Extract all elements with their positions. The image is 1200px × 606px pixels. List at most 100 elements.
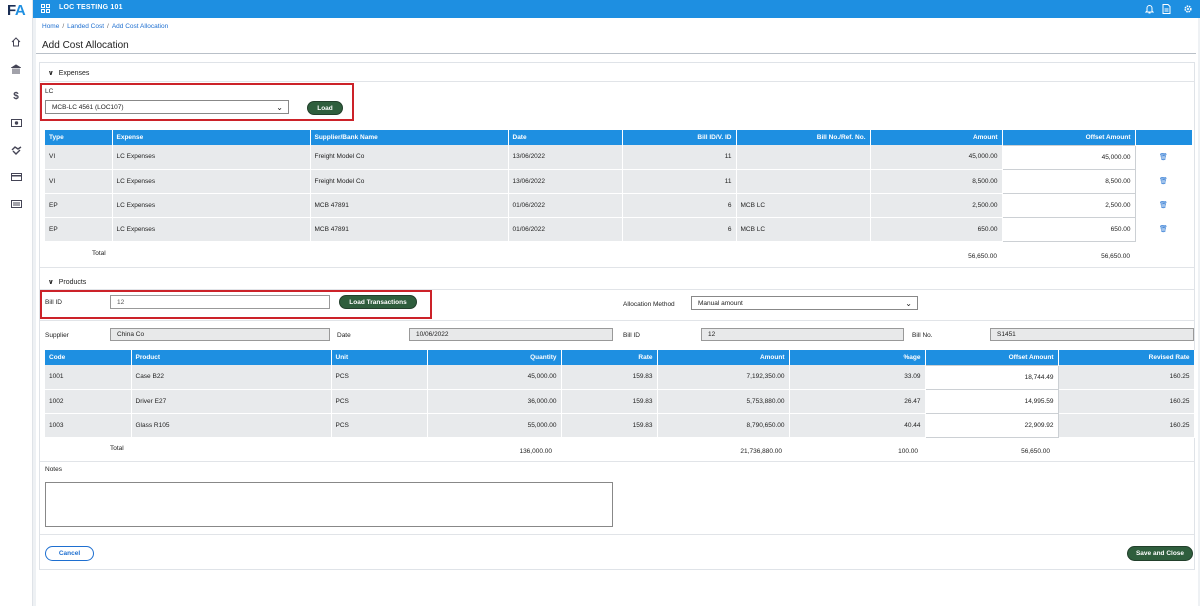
handshake-icon[interactable]	[10, 144, 22, 156]
products-header-row: Code Product Unit Quantity Rate Amount %…	[45, 350, 1195, 365]
logo-letter-a: A	[14, 2, 26, 19]
table-row: 1002 Driver E27 PCS 36,000.00 159.83 5,7…	[45, 388, 1195, 414]
cell-expense: LC Expenses	[112, 169, 311, 194]
bell-icon[interactable]	[1143, 2, 1156, 15]
expenses-header-row: Type Expense Supplier/Bank Name Date Bil…	[45, 130, 1193, 145]
trash-icon[interactable]: 🗑	[1135, 169, 1193, 194]
id-card-icon[interactable]	[10, 198, 22, 210]
date-label: Date	[337, 332, 351, 339]
offset-amount-input[interactable]: 14,995.59	[924, 388, 1059, 414]
trash-icon[interactable]: 🗑	[1135, 217, 1193, 242]
top-bar: LOC TESTING 101	[33, 0, 1200, 18]
col-offset: Offset Amount	[925, 350, 1059, 365]
bill-id-input[interactable]: 12	[110, 295, 330, 309]
allocation-method-select[interactable]: Manual amount ⌄	[691, 296, 918, 310]
divider	[40, 81, 1194, 82]
table-row: 1001 Case B22 PCS 45,000.00 159.83 7,192…	[45, 364, 1195, 390]
cell-bill-no: MCB LC	[736, 217, 871, 242]
card-icon[interactable]	[10, 171, 22, 183]
table-row: VI LC Expenses Freight Model Co 13/06/20…	[45, 168, 1193, 194]
offset-amount-input[interactable]: 8,500.00	[1001, 168, 1136, 194]
form-panel: ∨ Expenses LC MCB-LC 4561 (LOC107) ⌄ Loa…	[39, 62, 1195, 570]
save-and-close-button[interactable]: Save and Close	[1127, 546, 1193, 561]
expenses-total-label: Total	[92, 250, 106, 257]
cell-amount: 8,790,650.00	[657, 413, 790, 438]
products-total-quantity: 136,000.00	[519, 448, 552, 455]
document-icon[interactable]	[1160, 2, 1173, 15]
offset-amount-input[interactable]: 22,909.92	[924, 412, 1059, 438]
cell-unit: PCS	[331, 389, 428, 414]
notes-textarea[interactable]	[45, 482, 613, 527]
cash-icon[interactable]	[10, 117, 22, 129]
cell-product: Glass R105	[131, 413, 332, 438]
cell-expense: LC Expenses	[112, 145, 311, 170]
breadcrumb-home[interactable]: Home	[42, 23, 59, 30]
products-section-toggle[interactable]: ∨ Products	[48, 278, 86, 287]
col-bill-id: Bill ID/V. ID	[622, 130, 737, 145]
supplier-field: China Co	[110, 328, 330, 341]
supplier-label: Supplier	[45, 332, 69, 339]
logo-letter-f: F	[7, 2, 15, 19]
cell-bill-id: 6	[622, 193, 737, 218]
bank-icon[interactable]	[10, 63, 22, 75]
expenses-section-toggle[interactable]: ∨ Expenses	[48, 69, 90, 78]
bill-id-label: Bill ID	[45, 299, 62, 306]
offset-amount-input[interactable]: 2,500.00	[1001, 192, 1136, 218]
cell-amount: 5,753,880.00	[657, 389, 790, 414]
cell-date: 13/06/2022	[508, 169, 623, 194]
offset-amount-input[interactable]: 650.00	[1001, 216, 1136, 242]
col-rate: Rate	[561, 350, 658, 365]
divider	[40, 534, 1194, 535]
cell-unit: PCS	[331, 365, 428, 390]
trash-icon[interactable]: 🗑	[1135, 193, 1193, 218]
chevron-down-icon: ⌄	[276, 103, 283, 112]
load-transactions-button[interactable]: Load Transactions	[339, 295, 417, 309]
trash-icon[interactable]: 🗑	[1135, 145, 1193, 170]
lc-label: LC	[45, 88, 54, 95]
cancel-button[interactable]: Cancel	[45, 546, 94, 561]
products-total-amount: 21,736,880.00	[740, 448, 782, 455]
col-actions	[1135, 130, 1193, 145]
products-total-label: Total	[110, 445, 124, 452]
gear-icon[interactable]	[1181, 2, 1194, 15]
cell-supplier: Freight Model Co	[310, 145, 509, 170]
expenses-table: Type Expense Supplier/Bank Name Date Bil…	[45, 130, 1193, 242]
col-code: Code	[45, 350, 132, 365]
apps-grid-icon[interactable]	[41, 4, 50, 13]
products-table: Code Product Unit Quantity Rate Amount %…	[45, 350, 1195, 438]
breadcrumb-current[interactable]: Add Cost Allocation	[112, 23, 168, 30]
cell-expense: LC Expenses	[112, 217, 311, 242]
cell-amount: 650.00	[870, 217, 1003, 242]
app-logo[interactable]: FA	[7, 2, 26, 19]
expenses-section-label: Expenses	[58, 69, 90, 77]
bill-no-label: Bill No.	[912, 332, 933, 339]
col-unit: Unit	[331, 350, 428, 365]
dollar-icon[interactable]: $	[10, 90, 22, 102]
col-type: Type	[45, 130, 113, 145]
date-field: 10/06/2022	[409, 328, 613, 341]
cell-percentage: 26.47	[789, 389, 926, 414]
divider	[40, 267, 1194, 268]
cell-amount: 45,000.00	[870, 145, 1003, 170]
col-percentage: %age	[789, 350, 926, 365]
cell-quantity: 36,000.00	[427, 389, 562, 414]
cell-quantity: 55,000.00	[427, 413, 562, 438]
cell-code: 1002	[45, 389, 132, 414]
offset-amount-input[interactable]: 45,000.00	[1001, 144, 1136, 170]
cell-quantity: 45,000.00	[427, 365, 562, 390]
offset-amount-input[interactable]: 18,744.49	[924, 364, 1059, 390]
table-row: EP LC Expenses MCB 47891 01/06/2022 6 MC…	[45, 192, 1193, 218]
lc-select-value: MCB-LC 4561 (LOC107)	[52, 104, 124, 111]
home-icon[interactable]	[10, 36, 22, 48]
cell-date: 13/06/2022	[508, 145, 623, 170]
chevron-down-icon: ∨	[48, 279, 54, 286]
col-offset: Offset Amount	[1002, 130, 1136, 145]
allocation-method-label: Allocation Method	[623, 301, 675, 308]
breadcrumb-landed-cost[interactable]: Landed Cost	[67, 23, 104, 30]
main-content: Home / Landed Cost / Add Cost Allocation Add…	[36, 18, 1198, 606]
col-supplier: Supplier/Bank Name	[310, 130, 509, 145]
cell-amount: 8,500.00	[870, 169, 1003, 194]
load-button[interactable]: Load	[307, 101, 343, 115]
lc-select[interactable]: MCB-LC 4561 (LOC107) ⌄	[45, 100, 289, 114]
cell-bill-no	[736, 169, 871, 194]
